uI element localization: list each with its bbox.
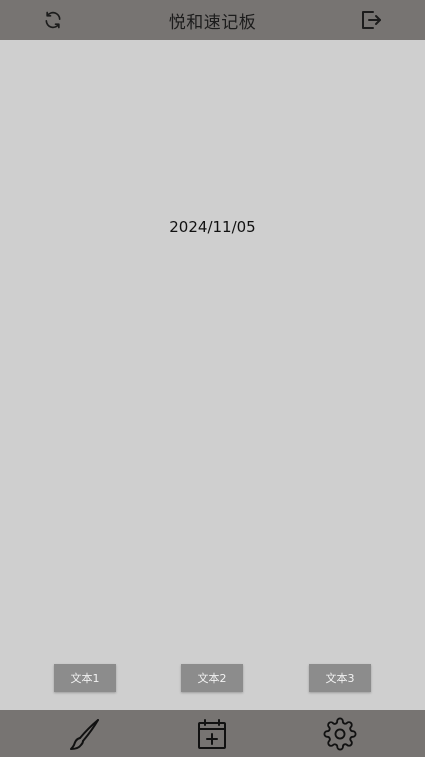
text-button-1[interactable]: 文本1 — [54, 664, 116, 692]
brush-icon — [70, 718, 99, 750]
brush-button[interactable] — [60, 710, 110, 757]
calendar-add-icon — [198, 718, 226, 749]
top-bar: 悦和速记板 — [0, 0, 425, 40]
refresh-button[interactable] — [33, 0, 73, 40]
page-title: 悦和速记板 — [168, 12, 257, 33]
logout-icon — [362, 11, 381, 29]
text-button-2[interactable]: 文本2 — [181, 664, 243, 692]
bottom-nav — [0, 710, 425, 757]
date-display: 2024/11/05 — [169, 218, 256, 236]
add-calendar-button[interactable] — [187, 710, 237, 757]
text-button-3[interactable]: 文本3 — [309, 664, 371, 692]
refresh-icon — [45, 11, 61, 29]
app-screen: 悦和速记板 2024/11/05 文本1 文本2 文本3 — [0, 0, 425, 757]
logout-button[interactable] — [351, 0, 391, 40]
settings-button[interactable] — [315, 710, 365, 757]
gear-icon — [323, 717, 357, 750]
